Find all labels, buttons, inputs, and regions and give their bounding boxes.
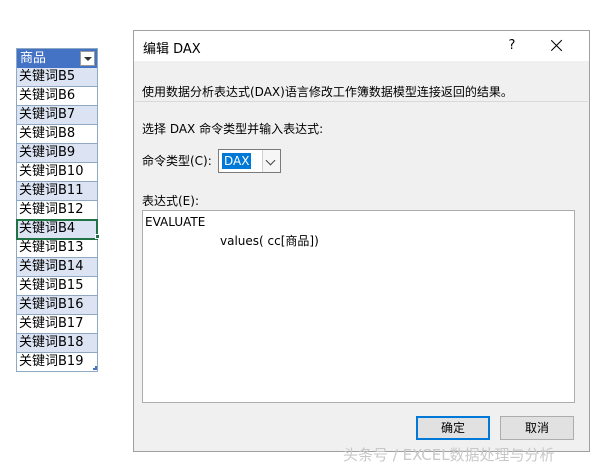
cancel-button[interactable]: 取消 <box>500 416 574 440</box>
divider <box>135 101 588 102</box>
filter-dropdown-icon[interactable] <box>80 51 95 66</box>
edit-dax-dialog: 编辑 DAX ? 使用数据分析表达式(DAX)语言修改工作簿数据模型连接返回的结… <box>133 30 590 452</box>
close-icon[interactable] <box>545 34 569 58</box>
ok-button[interactable]: 确定 <box>416 416 490 440</box>
table-row[interactable]: 关键词B14 <box>17 258 97 277</box>
help-button[interactable]: ? <box>502 36 522 56</box>
table-row[interactable]: 关键词B12 <box>17 201 97 220</box>
table-row[interactable]: 关键词B19 <box>17 353 97 372</box>
table-row[interactable]: 关键词B11 <box>17 182 97 201</box>
dialog-instruction: 选择 DAX 命令类型并输入表达式: <box>142 122 324 136</box>
table-row[interactable]: 关键词B7 <box>17 106 97 125</box>
watermark-text: 头条号 / EXCEL数据处理与分析 <box>343 446 555 464</box>
expression-label: 表达式(E): <box>142 194 199 208</box>
dialog-title: 编辑 DAX <box>143 42 201 57</box>
command-type-select[interactable]: DAX <box>218 149 281 173</box>
table-row[interactable]: 关键词B8 <box>17 125 97 144</box>
column-header-product[interactable]: 商品 <box>17 48 97 68</box>
table-row[interactable]: 关键词B17 <box>17 315 97 334</box>
table-row[interactable]: 关键词B9 <box>17 144 97 163</box>
dialog-description: 使用数据分析表达式(DAX)语言修改工作簿数据模型连接返回的结果。 <box>142 85 513 99</box>
sheet-rows: 关键词B5 关键词B6 关键词B7 关键词B8 关键词B9 关键词B10 关键词B11 关键词… <box>16 68 98 372</box>
column-header-label: 商品 <box>20 51 47 66</box>
table-row[interactable]: 关键词B18 <box>17 334 97 353</box>
table-row[interactable]: 关键词B6 <box>17 87 97 106</box>
chevron-down-icon[interactable] <box>262 150 280 172</box>
selection-fill-handle[interactable] <box>95 234 100 239</box>
selected-cell[interactable]: 关键词B4 <box>16 219 98 240</box>
table-row[interactable]: 关键词B15 <box>17 277 97 296</box>
command-type-label: 命令类型(C): <box>142 154 212 168</box>
expression-textarea[interactable]: EVALUATE values( cc[商品]) <box>142 210 575 403</box>
table-row[interactable]: 关键词B13 <box>17 239 97 258</box>
dialog-titlebar[interactable]: 编辑 DAX ? <box>134 31 589 61</box>
table-resize-handle[interactable] <box>93 366 97 370</box>
table-row[interactable]: 关键词B5 <box>17 68 97 87</box>
expression-line-1: EVALUATE <box>145 215 206 229</box>
command-type-value: DAX <box>222 153 252 169</box>
table-row[interactable]: 关键词B10 <box>17 163 97 182</box>
table-row[interactable]: 关键词B16 <box>17 296 97 315</box>
expression-line-2: values( cc[商品]) <box>220 234 319 248</box>
sheet-table: 商品 关键词B5 关键词B6 关键词B7 关键词B8 关键词B9 关键词B10 关键词B11… <box>16 48 98 372</box>
